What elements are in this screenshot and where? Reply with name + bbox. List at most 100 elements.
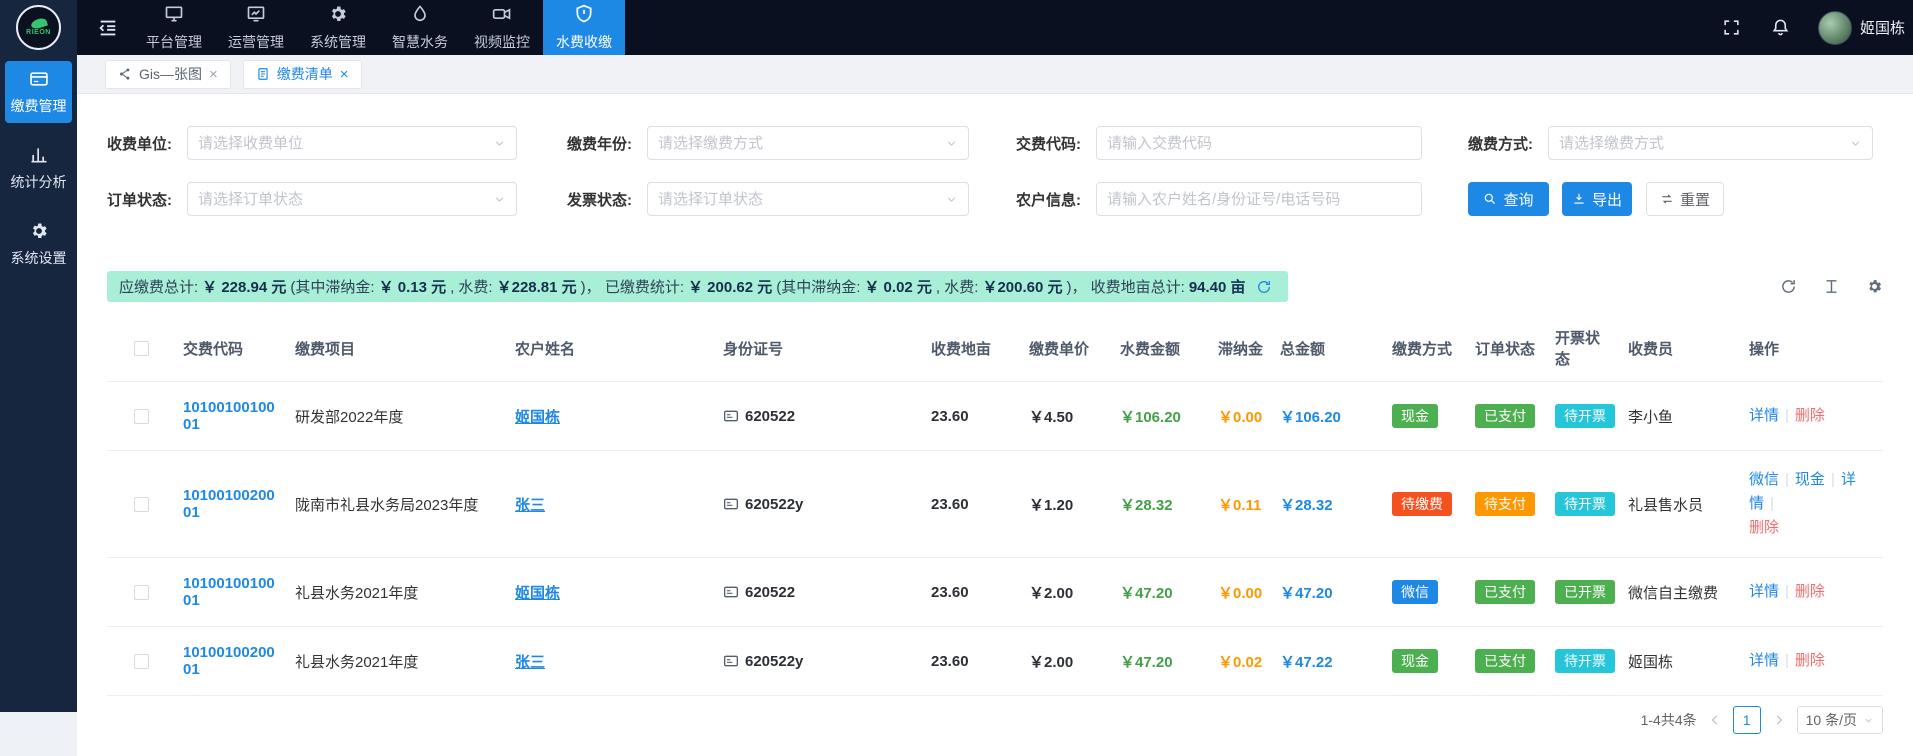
tab-close-icon[interactable]: × [209, 67, 218, 82]
refresh-icon[interactable] [1780, 278, 1797, 295]
code-input-box[interactable] [1096, 126, 1422, 160]
nav-item-water-fee[interactable]: 水费收缴 [543, 0, 625, 55]
header-actions: 操作 [1741, 315, 1883, 382]
summary-label: )， 收费地亩总计: [1066, 276, 1184, 297]
logo[interactable]: RIEON [0, 0, 77, 55]
select-all-checkbox[interactable] [134, 341, 149, 356]
cell-project: 礼县水务2021年度 [287, 627, 507, 696]
invoice-status-select[interactable] [647, 182, 969, 216]
summary-label: (其中滞纳金: [290, 276, 374, 297]
order-status-badge: 已支付 [1475, 649, 1535, 673]
export-button[interactable]: 导出 [1562, 182, 1632, 216]
farmer-info-input[interactable] [1107, 191, 1411, 208]
unit-select-input[interactable] [198, 135, 487, 152]
header-unit-price: 缴费单价 [1021, 315, 1112, 382]
row-checkbox[interactable] [134, 654, 149, 669]
year-select[interactable] [647, 126, 969, 160]
cell-code: 1010010010001 [183, 399, 275, 433]
sidebar-item-payment[interactable]: 缴费管理 [5, 61, 72, 123]
unit-select[interactable] [187, 126, 517, 160]
row-checkbox[interactable] [134, 497, 149, 512]
prev-page-button[interactable] [1708, 713, 1722, 727]
query-button[interactable]: 查询 [1468, 182, 1549, 216]
farmer-link[interactable]: 张三 [515, 497, 545, 514]
action-wechat-link[interactable]: 微信 [1749, 471, 1779, 488]
header-late-fee: 滞纳金 [1210, 315, 1272, 382]
row-density-icon[interactable] [1823, 278, 1840, 295]
system-gear-icon [328, 4, 348, 27]
method-select[interactable] [1548, 126, 1873, 160]
method-select-input[interactable] [1559, 135, 1843, 152]
chevron-down-icon [1863, 715, 1874, 726]
chevron-down-icon [945, 193, 958, 206]
nav-item-operations[interactable]: 运营管理 [215, 0, 297, 55]
invoice-status-input[interactable] [658, 191, 939, 208]
nav-item-label: 智慧水务 [392, 32, 448, 52]
collapse-menu-icon[interactable] [77, 17, 133, 39]
document-icon [256, 67, 270, 81]
sidebar-item-settings[interactable]: 系统设置 [5, 213, 72, 275]
map-share-icon [118, 67, 132, 81]
logo-text: RIEON [26, 29, 51, 36]
nav-item-system[interactable]: 系统管理 [297, 0, 379, 55]
row-checkbox[interactable] [134, 585, 149, 600]
invoice-status-badge: 待开票 [1555, 404, 1615, 428]
nav-item-label: 水费收缴 [556, 32, 612, 52]
nav-item-smart-water[interactable]: 智慧水务 [379, 0, 461, 55]
farmer-info-input-box[interactable] [1096, 182, 1422, 216]
action-detail-link[interactable]: 详情 [1749, 652, 1779, 669]
reset-button[interactable]: 重置 [1646, 182, 1724, 216]
header-area: 收费地亩 [923, 315, 1021, 382]
action-cash-link[interactable]: 现金 [1795, 471, 1825, 488]
order-status-badge: 待支付 [1475, 492, 1535, 516]
top-menu: 平台管理 运营管理 系统管理 智慧水务 视频监控 [133, 0, 625, 55]
action-delete-link[interactable]: 删除 [1749, 519, 1779, 536]
summary-label: )， 已缴费统计: [581, 276, 684, 297]
cell-unit-price: ￥2.00 [1029, 654, 1073, 671]
bell-icon[interactable] [1771, 18, 1790, 37]
row-checkbox[interactable] [134, 409, 149, 424]
chevron-down-icon [1849, 137, 1862, 150]
action-delete-link[interactable]: 删除 [1795, 407, 1825, 424]
cell-collector: 礼县售水员 [1620, 451, 1741, 558]
order-status-select[interactable] [187, 182, 517, 216]
header-project: 缴费项目 [287, 315, 507, 382]
page-number-button[interactable]: 1 [1733, 706, 1761, 734]
action-detail-link[interactable]: 详情 [1749, 583, 1779, 600]
nav-item-video[interactable]: 视频监控 [461, 0, 543, 55]
column-settings-gear-icon[interactable] [1866, 278, 1883, 295]
action-detail-link[interactable]: 详情 [1749, 407, 1779, 424]
operations-chart-icon [246, 4, 266, 27]
farmer-link[interactable]: 张三 [515, 654, 545, 671]
nav-item-label: 视频监控 [474, 32, 530, 52]
order-status-input[interactable] [198, 191, 487, 208]
cell-collector: 微信自主缴费 [1620, 558, 1741, 627]
cell-late-fee: ￥0.00 [1218, 409, 1262, 426]
tab-close-icon[interactable]: × [340, 67, 349, 82]
id-card-icon [723, 496, 739, 512]
code-input[interactable] [1107, 135, 1411, 152]
year-select-input[interactable] [658, 135, 939, 152]
cell-id-number: 620522 [745, 408, 795, 425]
username[interactable]: 姬国栋 [1860, 17, 1905, 38]
action-delete-link[interactable]: 删除 [1795, 583, 1825, 600]
cell-project: 礼县水务2021年度 [287, 558, 507, 627]
action-delete-link[interactable]: 删除 [1795, 652, 1825, 669]
payment-method-badge: 微信 [1392, 580, 1438, 604]
sidebar-item-stats[interactable]: 统计分析 [5, 137, 72, 199]
query-button-label: 查询 [1503, 189, 1533, 210]
summary-refresh-icon[interactable] [1256, 279, 1272, 295]
cell-unit-price: ￥2.00 [1029, 585, 1073, 602]
farmer-link[interactable]: 姬国栋 [515, 585, 560, 602]
nav-item-platform[interactable]: 平台管理 [133, 0, 215, 55]
invoice-status-badge: 待开票 [1555, 649, 1615, 673]
next-page-button[interactable] [1772, 713, 1786, 727]
cell-total: ￥28.32 [1280, 497, 1333, 514]
farmer-link[interactable]: 姬国栋 [515, 409, 560, 426]
tab-gis-map[interactable]: Gis—张图 × [105, 60, 231, 89]
tab-payment-list[interactable]: 缴费清单 × [243, 60, 362, 89]
header-code: 交费代码 [175, 315, 287, 382]
fullscreen-icon[interactable] [1722, 18, 1741, 37]
page-size-select[interactable]: 10 条/页 [1797, 706, 1883, 734]
avatar[interactable] [1818, 11, 1852, 45]
